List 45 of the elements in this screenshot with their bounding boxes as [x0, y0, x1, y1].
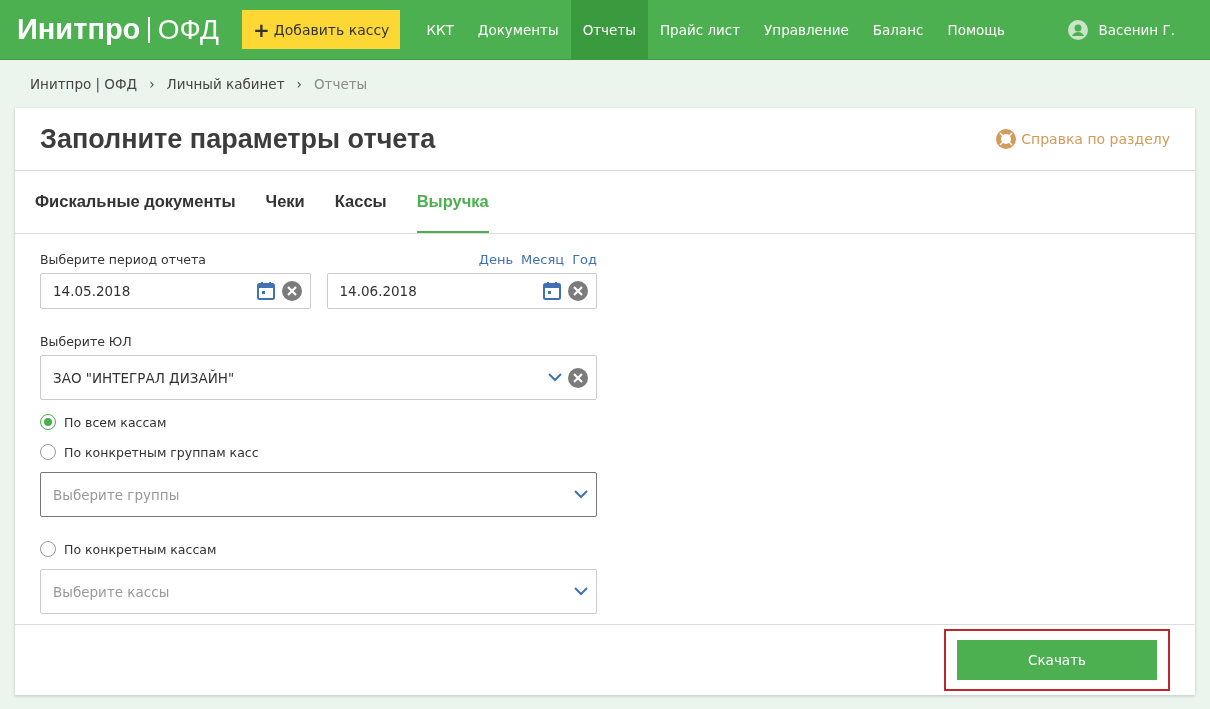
clear-icon[interactable]: [568, 281, 588, 301]
radio-label[interactable]: По конкретным группам касс: [64, 444, 259, 460]
calendar-icon[interactable]: [542, 281, 562, 301]
period-label: Выберите период отчета: [40, 251, 206, 267]
nav-link[interactable]: Документы: [465, 0, 571, 59]
date-field[interactable]: 14.06.2018: [326, 273, 597, 309]
breadcrumb-separator: ›: [149, 76, 155, 92]
calendar-icon[interactable]: [255, 281, 276, 301]
logo-product: ОФД: [157, 13, 219, 46]
chevron-down-icon[interactable]: [574, 587, 588, 596]
download-button[interactable]: Скачать: [957, 640, 1157, 680]
clear-icon[interactable]: [568, 367, 588, 388]
nav-link[interactable]: Отчеты: [570, 0, 648, 59]
report-tab[interactable]: Чеки: [265, 171, 305, 233]
period-preset-link[interactable]: День: [478, 251, 514, 267]
nav-link[interactable]: Управление: [752, 0, 861, 59]
date-field[interactable]: 14.05.2018: [40, 273, 311, 309]
entity-select[interactable]: ЗАО "ИНТЕГРАЛ ДИЗАЙН": [40, 355, 597, 400]
select-field[interactable]: Выберите группы: [40, 472, 597, 517]
nav-link[interactable]: Прайс лист: [647, 0, 753, 59]
report-tab[interactable]: Выручка: [416, 171, 489, 233]
chevron-down-icon[interactable]: [548, 373, 562, 382]
help-link[interactable]: Справка по разделу: [996, 129, 1170, 149]
lifebuoy-icon: [996, 129, 1017, 149]
report-tab[interactable]: Кассы: [334, 171, 387, 233]
radio-label[interactable]: По конкретным кассам: [64, 541, 217, 557]
nav-link[interactable]: ККТ: [414, 0, 466, 59]
period-preset-link[interactable]: Год: [572, 251, 597, 267]
breadcrumb-item: Отчеты: [313, 76, 368, 92]
chevron-down-icon[interactable]: [574, 490, 588, 499]
report-tab[interactable]: Фискальные документы: [35, 171, 236, 233]
breadcrumb-separator: ›: [296, 76, 302, 92]
entity-label: Выберите ЮЛ: [40, 333, 132, 349]
breadcrumb-item[interactable]: Инитпро | ОФД: [30, 76, 138, 92]
add-register-button[interactable]: + Добавить кассу: [242, 10, 401, 49]
user-name[interactable]: Васенин Г.: [1098, 21, 1175, 38]
nav-link[interactable]: Баланс: [860, 0, 936, 59]
clear-icon[interactable]: [281, 281, 302, 301]
nav-link[interactable]: Помощь: [935, 0, 1017, 59]
select-field[interactable]: Выберите кассы: [40, 569, 597, 614]
radio-label[interactable]: По всем кассам: [64, 414, 167, 430]
logo-brand: Инитпро: [17, 13, 141, 46]
breadcrumb-item[interactable]: Личный кабинет: [166, 76, 285, 92]
period-preset-link[interactable]: Месяц: [521, 251, 565, 267]
page-title: Заполните параметры отчета: [40, 123, 436, 155]
